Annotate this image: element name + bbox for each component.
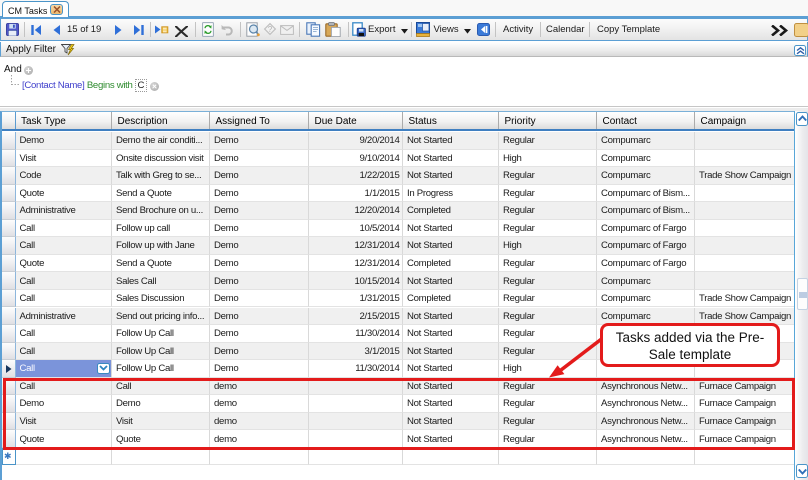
svg-text:?: ? bbox=[268, 25, 273, 34]
